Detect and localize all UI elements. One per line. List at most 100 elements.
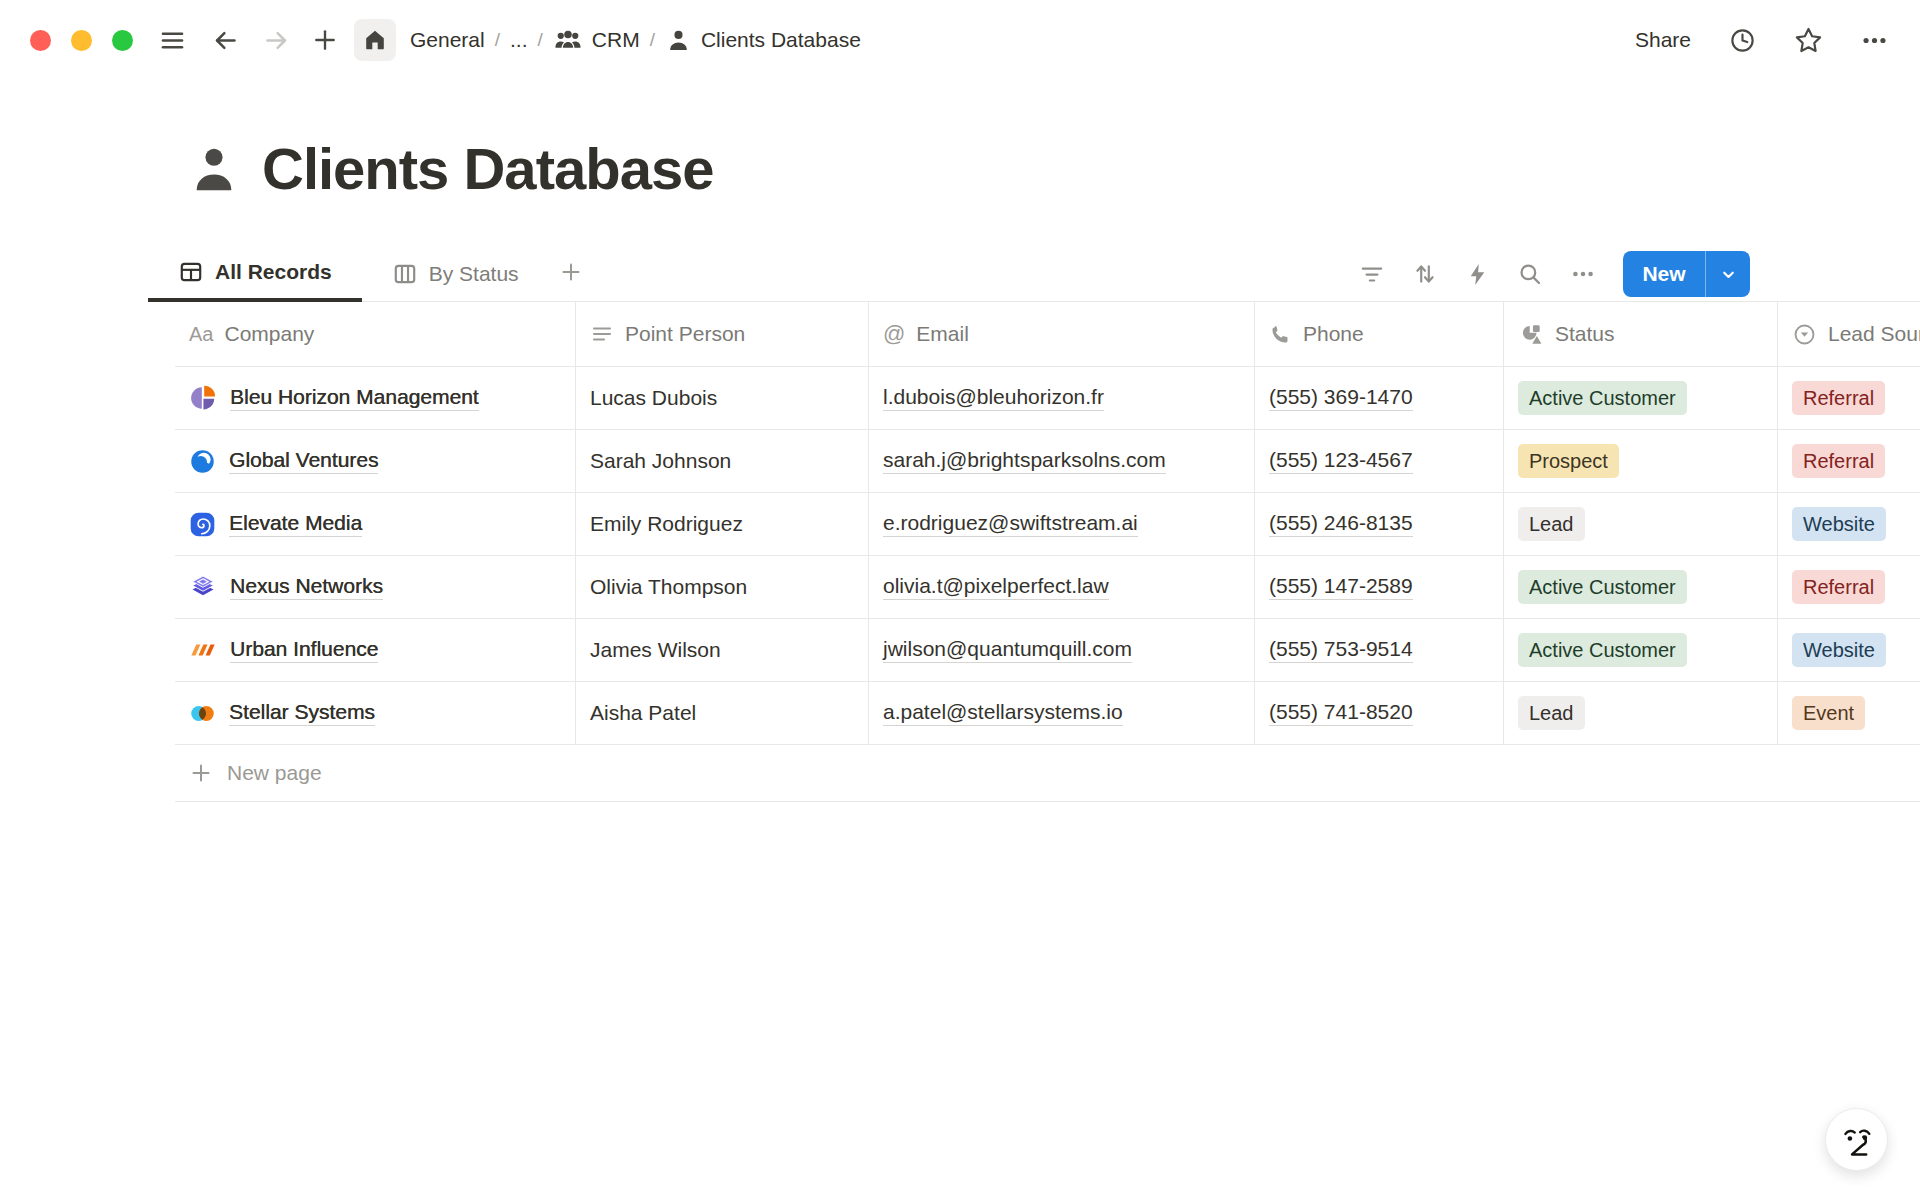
table-row[interactable]: Nexus NetworksOlivia Thompsonolivia.t@pi… bbox=[175, 556, 1920, 619]
page-title[interactable]: Clients Database bbox=[262, 140, 713, 198]
table-view-icon bbox=[178, 259, 204, 285]
minimize-window-button[interactable] bbox=[71, 30, 92, 51]
status-cell[interactable]: Active Customer bbox=[1504, 619, 1778, 682]
breadcrumb-team[interactable]: CRM bbox=[592, 28, 640, 52]
point-person-cell[interactable]: Olivia Thompson bbox=[576, 556, 869, 619]
column-header-phone[interactable]: Phone bbox=[1255, 302, 1504, 367]
lead-source-badge: Referral bbox=[1792, 381, 1885, 415]
lead-source-cell[interactable]: Referral bbox=[1778, 367, 1920, 430]
status-cell[interactable]: Lead bbox=[1504, 493, 1778, 556]
zoom-window-button[interactable] bbox=[112, 30, 133, 51]
breadcrumb-separator: / bbox=[538, 29, 543, 51]
column-header-email[interactable]: @Email bbox=[869, 302, 1255, 367]
table-row[interactable]: Global VenturesSarah Johnsonsarah.j@brig… bbox=[175, 430, 1920, 493]
text-aa-icon: Aa bbox=[189, 323, 213, 346]
back-icon[interactable] bbox=[212, 27, 239, 54]
point-person-cell[interactable]: Emily Rodriguez bbox=[576, 493, 869, 556]
phone-cell[interactable]: (555) 123-4567 bbox=[1255, 430, 1504, 493]
point-person-cell[interactable]: James Wilson bbox=[576, 619, 869, 682]
phone-cell[interactable]: (555) 147-2589 bbox=[1255, 556, 1504, 619]
close-window-button[interactable] bbox=[30, 30, 51, 51]
point-person-cell[interactable]: Sarah Johnson bbox=[576, 430, 869, 493]
column-header-status[interactable]: Status bbox=[1504, 302, 1778, 367]
column-header-lead-source[interactable]: Lead Source bbox=[1778, 302, 1920, 367]
status-cell[interactable]: Lead bbox=[1504, 682, 1778, 745]
new-record-label[interactable]: New bbox=[1623, 251, 1706, 297]
window-titlebar: General / ... / CRM / Clients Database S… bbox=[0, 0, 1920, 80]
forward-icon[interactable] bbox=[263, 27, 290, 54]
breadcrumb-page[interactable]: Clients Database bbox=[701, 28, 861, 52]
company-cell[interactable]: Urban Influence bbox=[175, 619, 576, 682]
company-cell[interactable]: Elevate Media bbox=[175, 493, 576, 556]
sort-icon[interactable] bbox=[1412, 261, 1438, 287]
new-record-button[interactable]: New bbox=[1623, 251, 1750, 297]
more-options-icon[interactable] bbox=[1861, 27, 1888, 54]
view-tab-all-records[interactable]: All Records bbox=[148, 246, 362, 302]
automation-zap-icon[interactable] bbox=[1465, 262, 1490, 287]
history-clock-icon[interactable] bbox=[1729, 27, 1756, 54]
email-cell[interactable]: sarah.j@brightsparksolns.com bbox=[869, 430, 1255, 493]
page-icon-person[interactable] bbox=[187, 143, 241, 197]
status-icon bbox=[1518, 321, 1544, 347]
breadcrumb-ellipsis[interactable]: ... bbox=[510, 28, 528, 52]
company-logo-icon bbox=[189, 700, 216, 727]
company-cell[interactable]: Nexus Networks bbox=[175, 556, 576, 619]
favorite-star-icon[interactable] bbox=[1794, 26, 1823, 55]
status-cell[interactable]: Active Customer bbox=[1504, 367, 1778, 430]
view-tab-by-status[interactable]: By Status bbox=[362, 246, 549, 302]
status-badge: Lead bbox=[1518, 507, 1585, 541]
new-page-row[interactable]: New page bbox=[175, 745, 1920, 802]
lead-source-cell[interactable]: Website bbox=[1778, 493, 1920, 556]
status-badge: Active Customer bbox=[1518, 381, 1687, 415]
home-icon[interactable] bbox=[354, 19, 396, 61]
email-cell[interactable]: jwilson@quantumquill.com bbox=[869, 619, 1255, 682]
add-view-icon[interactable] bbox=[559, 260, 583, 289]
breadcrumb-separator: / bbox=[495, 29, 500, 51]
lead-source-cell[interactable]: Event bbox=[1778, 682, 1920, 745]
email-cell[interactable]: a.patel@stellarsystems.io bbox=[869, 682, 1255, 745]
new-record-dropdown-chevron-icon[interactable] bbox=[1706, 251, 1750, 297]
column-header-company[interactable]: AaCompany bbox=[175, 302, 576, 367]
status-badge: Active Customer bbox=[1518, 633, 1687, 667]
point-person-cell[interactable]: Aisha Patel bbox=[576, 682, 869, 745]
breadcrumb-root[interactable]: General bbox=[410, 28, 485, 52]
table-row[interactable]: Stellar SystemsAisha Patela.patel@stella… bbox=[175, 682, 1920, 745]
notion-ai-button[interactable] bbox=[1825, 1108, 1888, 1171]
phone-cell[interactable]: (555) 753-9514 bbox=[1255, 619, 1504, 682]
lead-source-badge: Referral bbox=[1792, 570, 1885, 604]
breadcrumb-separator: / bbox=[650, 29, 655, 51]
lead-source-badge: Website bbox=[1792, 507, 1886, 541]
lead-source-cell[interactable]: Referral bbox=[1778, 556, 1920, 619]
status-cell[interactable]: Active Customer bbox=[1504, 556, 1778, 619]
company-cell[interactable]: Bleu Horizon Management bbox=[175, 367, 576, 430]
phone-icon bbox=[1269, 323, 1292, 346]
view-options-icon[interactable] bbox=[1570, 261, 1596, 287]
status-cell[interactable]: Prospect bbox=[1504, 430, 1778, 493]
new-tab-icon[interactable] bbox=[312, 27, 338, 53]
share-button[interactable]: Share bbox=[1635, 28, 1691, 52]
sidebar-menu-icon[interactable] bbox=[159, 27, 186, 54]
company-cell[interactable]: Global Ventures bbox=[175, 430, 576, 493]
phone-cell[interactable]: (555) 741-8520 bbox=[1255, 682, 1504, 745]
table-row[interactable]: Urban InfluenceJames Wilsonjwilson@quant… bbox=[175, 619, 1920, 682]
filter-icon[interactable] bbox=[1359, 261, 1385, 287]
email-cell[interactable]: l.dubois@bleuhorizon.fr bbox=[869, 367, 1255, 430]
table-row[interactable]: Bleu Horizon ManagementLucas Duboisl.dub… bbox=[175, 367, 1920, 430]
status-badge: Prospect bbox=[1518, 444, 1619, 478]
company-cell[interactable]: Stellar Systems bbox=[175, 682, 576, 745]
phone-cell[interactable]: (555) 246-8135 bbox=[1255, 493, 1504, 556]
column-header-point-person[interactable]: Point Person bbox=[576, 302, 869, 367]
at-icon: @ bbox=[883, 321, 905, 347]
search-icon[interactable] bbox=[1517, 261, 1543, 287]
team-icon bbox=[553, 25, 583, 55]
phone-cell[interactable]: (555) 369-1470 bbox=[1255, 367, 1504, 430]
point-person-cell[interactable]: Lucas Dubois bbox=[576, 367, 869, 430]
lead-source-cell[interactable]: Website bbox=[1778, 619, 1920, 682]
email-cell[interactable]: e.rodriguez@swiftstream.ai bbox=[869, 493, 1255, 556]
lead-source-cell[interactable]: Referral bbox=[1778, 430, 1920, 493]
table-row[interactable]: Elevate MediaEmily Rodrigueze.rodriguez@… bbox=[175, 493, 1920, 556]
status-badge: Active Customer bbox=[1518, 570, 1687, 604]
email-cell[interactable]: olivia.t@pixelperfect.law bbox=[869, 556, 1255, 619]
company-logo-icon bbox=[189, 448, 216, 475]
view-tabs: All RecordsBy Status bbox=[148, 246, 583, 302]
